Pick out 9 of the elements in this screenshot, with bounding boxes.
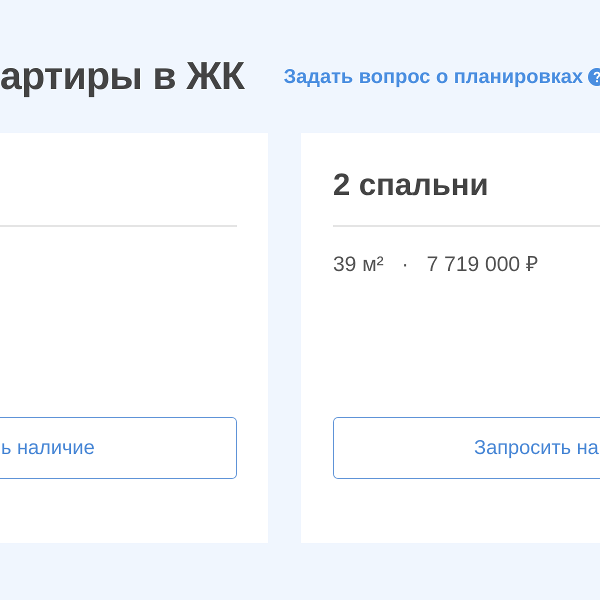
request-availability-button[interactable]: ь наличие (0, 417, 237, 479)
apartment-price: 7 719 000 ₽ (426, 252, 538, 278)
card-heading: 2 спальни (333, 166, 489, 204)
request-availability-button[interactable]: Запросить на (333, 417, 600, 479)
help-icon[interactable] (588, 68, 600, 86)
apartment-area: 39 м² (333, 252, 384, 278)
separator-dot: · (402, 252, 409, 278)
page-title: артиры в ЖК (0, 54, 244, 100)
help-link[interactable]: Задать вопрос о планировках (284, 64, 583, 90)
